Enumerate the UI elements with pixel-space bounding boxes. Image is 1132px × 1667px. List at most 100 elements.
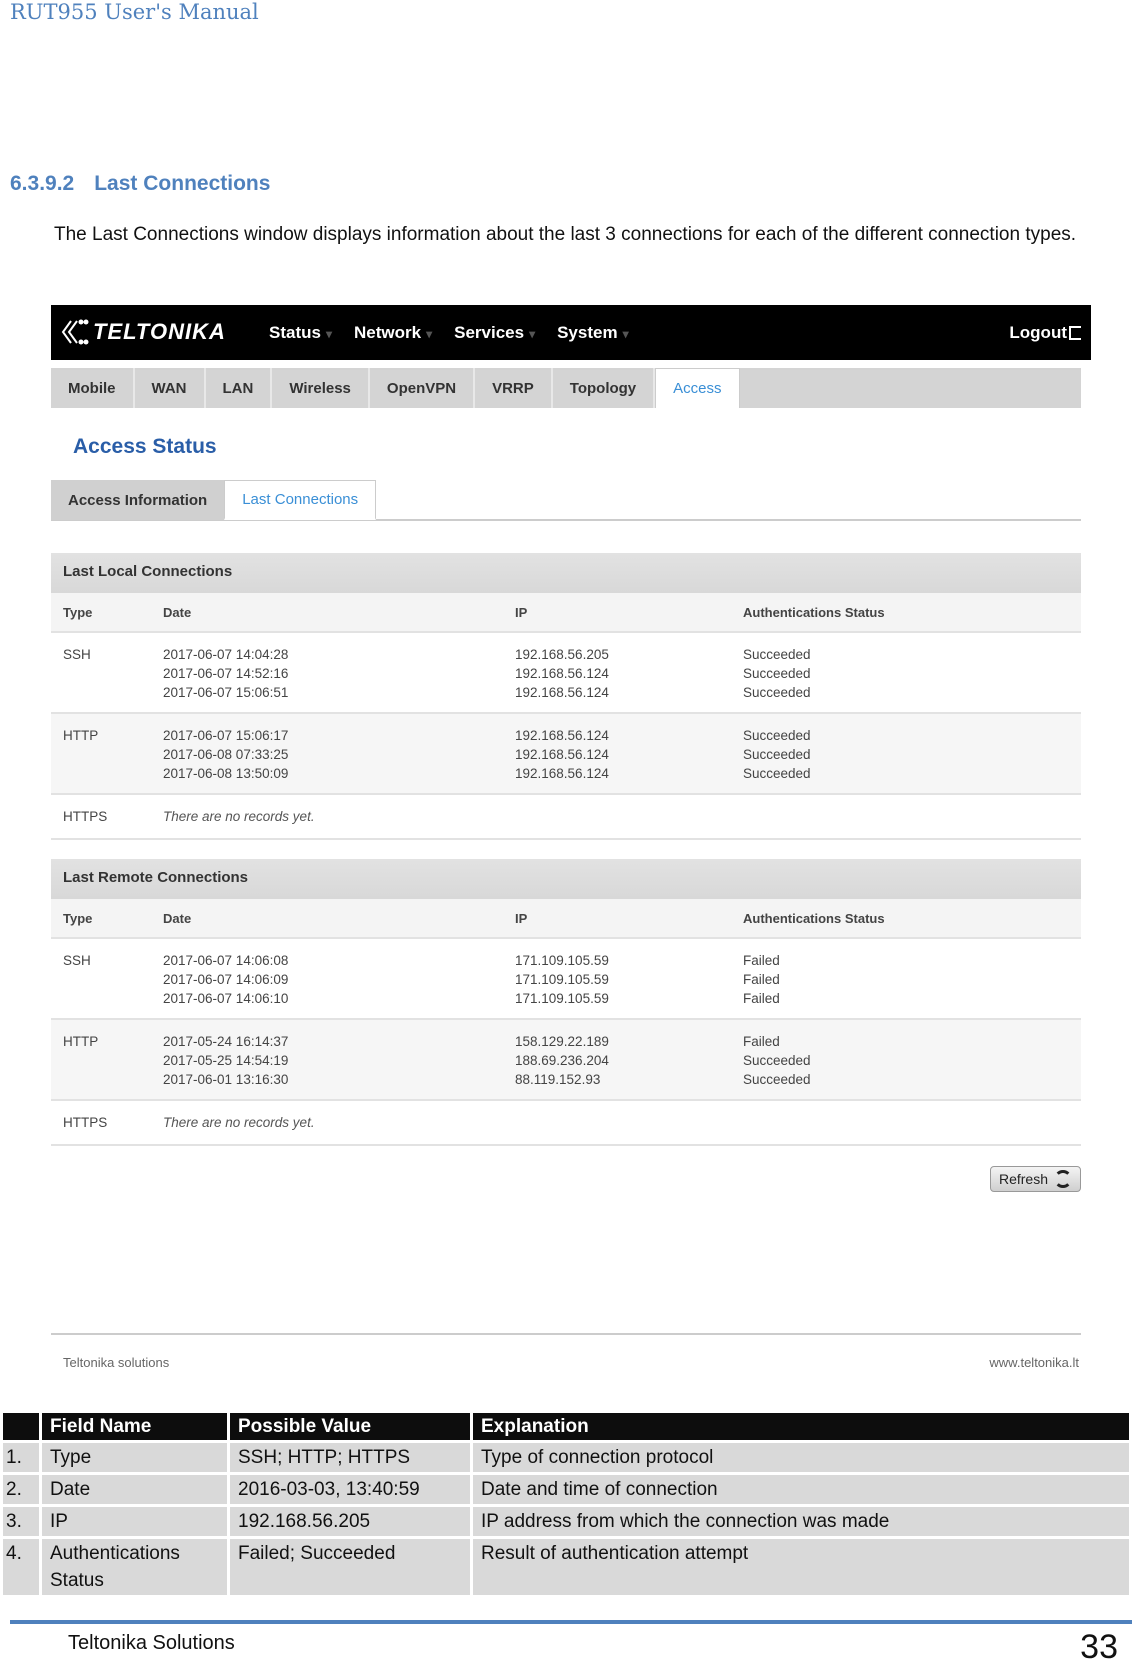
col-ip: IP — [515, 910, 528, 926]
subtab-last-connections[interactable]: Last Connections — [224, 480, 377, 520]
col-possible-value: Possible Value — [230, 1413, 470, 1440]
brand-name: TELTONIKA — [93, 319, 226, 344]
caret-down-icon: ▾ — [325, 327, 332, 341]
main-nav: Status ▾ Network ▾ Services ▾ System ▾ — [269, 323, 629, 343]
field-name: Date — [42, 1475, 227, 1504]
row-type: HTTPS — [63, 809, 108, 824]
tab-wan[interactable]: WAN — [135, 368, 206, 408]
row-ips: 158.129.22.189 188.69.236.204 88.119.152.9… — [515, 1032, 743, 1089]
col-type: Type — [63, 604, 93, 620]
col-status: Authentications Status — [743, 910, 885, 926]
row-type: SSH — [63, 953, 91, 968]
refresh-button[interactable]: Refresh — [989, 1166, 1081, 1192]
table-row: 4. Authentications Status Failed; Succee… — [3, 1539, 1129, 1595]
tab-vrrp[interactable]: VRRP — [475, 368, 553, 408]
status: Succeeded — [743, 1072, 811, 1087]
empty-message: There are no records yet. — [163, 1115, 315, 1130]
caret-down-icon: ▾ — [426, 327, 433, 341]
row-statuses: Succeeded Succeeded Succeeded — [743, 726, 1081, 783]
tab-mobile[interactable]: Mobile — [51, 368, 135, 408]
row-dates: 2017-05-24 16:14:37 2017-05-25 14:54:19 20… — [163, 1032, 515, 1089]
section-title: Last Connections — [94, 172, 271, 195]
ip: 188.69.236.204 — [515, 1053, 609, 1068]
footer-divider — [51, 1333, 1081, 1335]
status: Failed — [743, 972, 780, 987]
page-footer-company: Teltonika Solutions — [68, 1632, 235, 1654]
tab-lan[interactable]: LAN — [206, 368, 273, 408]
logout-button[interactable]: Logout — [1009, 323, 1081, 343]
page-title: Access Status — [73, 435, 217, 458]
tab-openvpn[interactable]: OpenVPN — [370, 368, 476, 408]
nav-label: System — [557, 323, 618, 342]
nav-system[interactable]: System ▾ — [557, 323, 629, 343]
date: 2017-06-07 14:06:10 — [163, 991, 289, 1006]
row-dates: 2017-06-07 14:06:08 2017-06-07 14:06:09 20… — [163, 951, 515, 1008]
table-row: 1. Type SSH; HTTP; HTTPS Type of connect… — [3, 1443, 1129, 1472]
ip: 192.168.56.205 — [515, 647, 609, 662]
col-status: Authentications Status — [743, 604, 885, 620]
table-row: 2. Date 2016-03-03, 13:40:59 Date and ti… — [3, 1475, 1129, 1504]
row-statuses: Failed Succeeded Succeeded — [743, 1032, 1081, 1089]
status: Succeeded — [743, 728, 811, 743]
caret-down-icon: ▾ — [529, 327, 536, 341]
ip: 171.109.105.59 — [515, 972, 609, 987]
logout-label: Logout — [1009, 323, 1067, 342]
section-number: 6.3.9.2 — [10, 172, 75, 195]
row-number: 2. — [3, 1475, 39, 1504]
row-number: 4. — [3, 1539, 39, 1595]
ip: 171.109.105.59 — [515, 953, 609, 968]
footer-company: Teltonika solutions — [63, 1355, 170, 1370]
status-tabbar: Mobile WAN LAN Wireless OpenVPN VRRP Top… — [51, 368, 1081, 408]
col-number — [3, 1413, 39, 1440]
tab-access[interactable]: Access — [655, 368, 740, 408]
ip: 192.168.56.124 — [515, 666, 609, 681]
row-statuses: Failed Failed Failed — [743, 951, 1081, 1008]
tab-wireless[interactable]: Wireless — [272, 368, 370, 408]
col-explanation: Explanation — [473, 1413, 1129, 1440]
nav-services[interactable]: Services ▾ — [454, 323, 535, 343]
page-footer-rule — [10, 1620, 1132, 1624]
status: Failed — [743, 1034, 780, 1049]
local-connections-table: Last Local Connections Type Date IP Auth… — [51, 553, 1081, 840]
router-screenshot: TELTONIKA Status ▾ Network ▾ Services ▾ Sys… — [51, 305, 1091, 1385]
date: 2017-06-07 14:04:28 — [163, 647, 289, 662]
explanation: Type of connection protocol — [473, 1443, 1129, 1472]
ip: 192.168.56.124 — [515, 685, 609, 700]
tab-topology[interactable]: Topology — [553, 368, 656, 408]
status: Succeeded — [743, 666, 811, 681]
teltonika-logo[interactable]: TELTONIKA — [59, 317, 226, 347]
nav-label: Services — [454, 323, 525, 342]
refresh-label: Refresh — [998, 1171, 1048, 1187]
table-row: SSH 2017-06-07 14:04:28 2017-06-07 14:52:… — [51, 633, 1081, 714]
possible-value: 192.168.56.205 — [230, 1507, 470, 1536]
nav-status[interactable]: Status ▾ — [269, 323, 332, 343]
row-dates: 2017-06-07 14:04:28 2017-06-07 14:52:16 20… — [163, 645, 515, 702]
col-date: Date — [163, 604, 192, 620]
ip: 171.109.105.59 — [515, 991, 609, 1006]
footer-website-link[interactable]: www.teltonika.lt — [989, 1355, 1079, 1370]
row-ips: 171.109.105.59 171.109.105.59 171.109.105.… — [515, 951, 743, 1008]
explanation: Date and time of connection — [473, 1475, 1129, 1504]
status: Failed — [743, 953, 780, 968]
ip: 192.168.56.124 — [515, 747, 609, 762]
table-header: Type Date IP Authentications Status — [51, 593, 1081, 633]
top-navbar: TELTONIKA Status ▾ Network ▾ Services ▾ Sys… — [51, 305, 1091, 360]
possible-value: Failed; Succeeded — [230, 1539, 470, 1595]
caret-down-icon: ▾ — [622, 327, 629, 341]
row-type: HTTP — [63, 728, 99, 743]
remote-connections-title: Last Remote Connections — [51, 859, 1081, 899]
nav-network[interactable]: Network ▾ — [354, 323, 432, 343]
access-subtabs: Access Information Last Connections — [51, 480, 1081, 521]
col-field-name: Field Name — [42, 1413, 227, 1440]
row-type: HTTP — [63, 1034, 99, 1049]
logout-icon — [1069, 326, 1081, 340]
row-type: SSH — [63, 647, 91, 662]
col-date: Date — [163, 910, 192, 926]
explanation: IP address from which the connection was… — [473, 1507, 1129, 1536]
status: Succeeded — [743, 1053, 811, 1068]
intro-paragraph: The Last Connections window displays inf… — [54, 224, 1077, 245]
col-ip: IP — [515, 604, 528, 620]
subtab-access-information[interactable]: Access Information — [51, 480, 225, 520]
table-row: SSH 2017-06-07 14:06:08 2017-06-07 14:06:… — [51, 939, 1081, 1020]
document-header: RUT955 User's Manual — [10, 0, 259, 24]
